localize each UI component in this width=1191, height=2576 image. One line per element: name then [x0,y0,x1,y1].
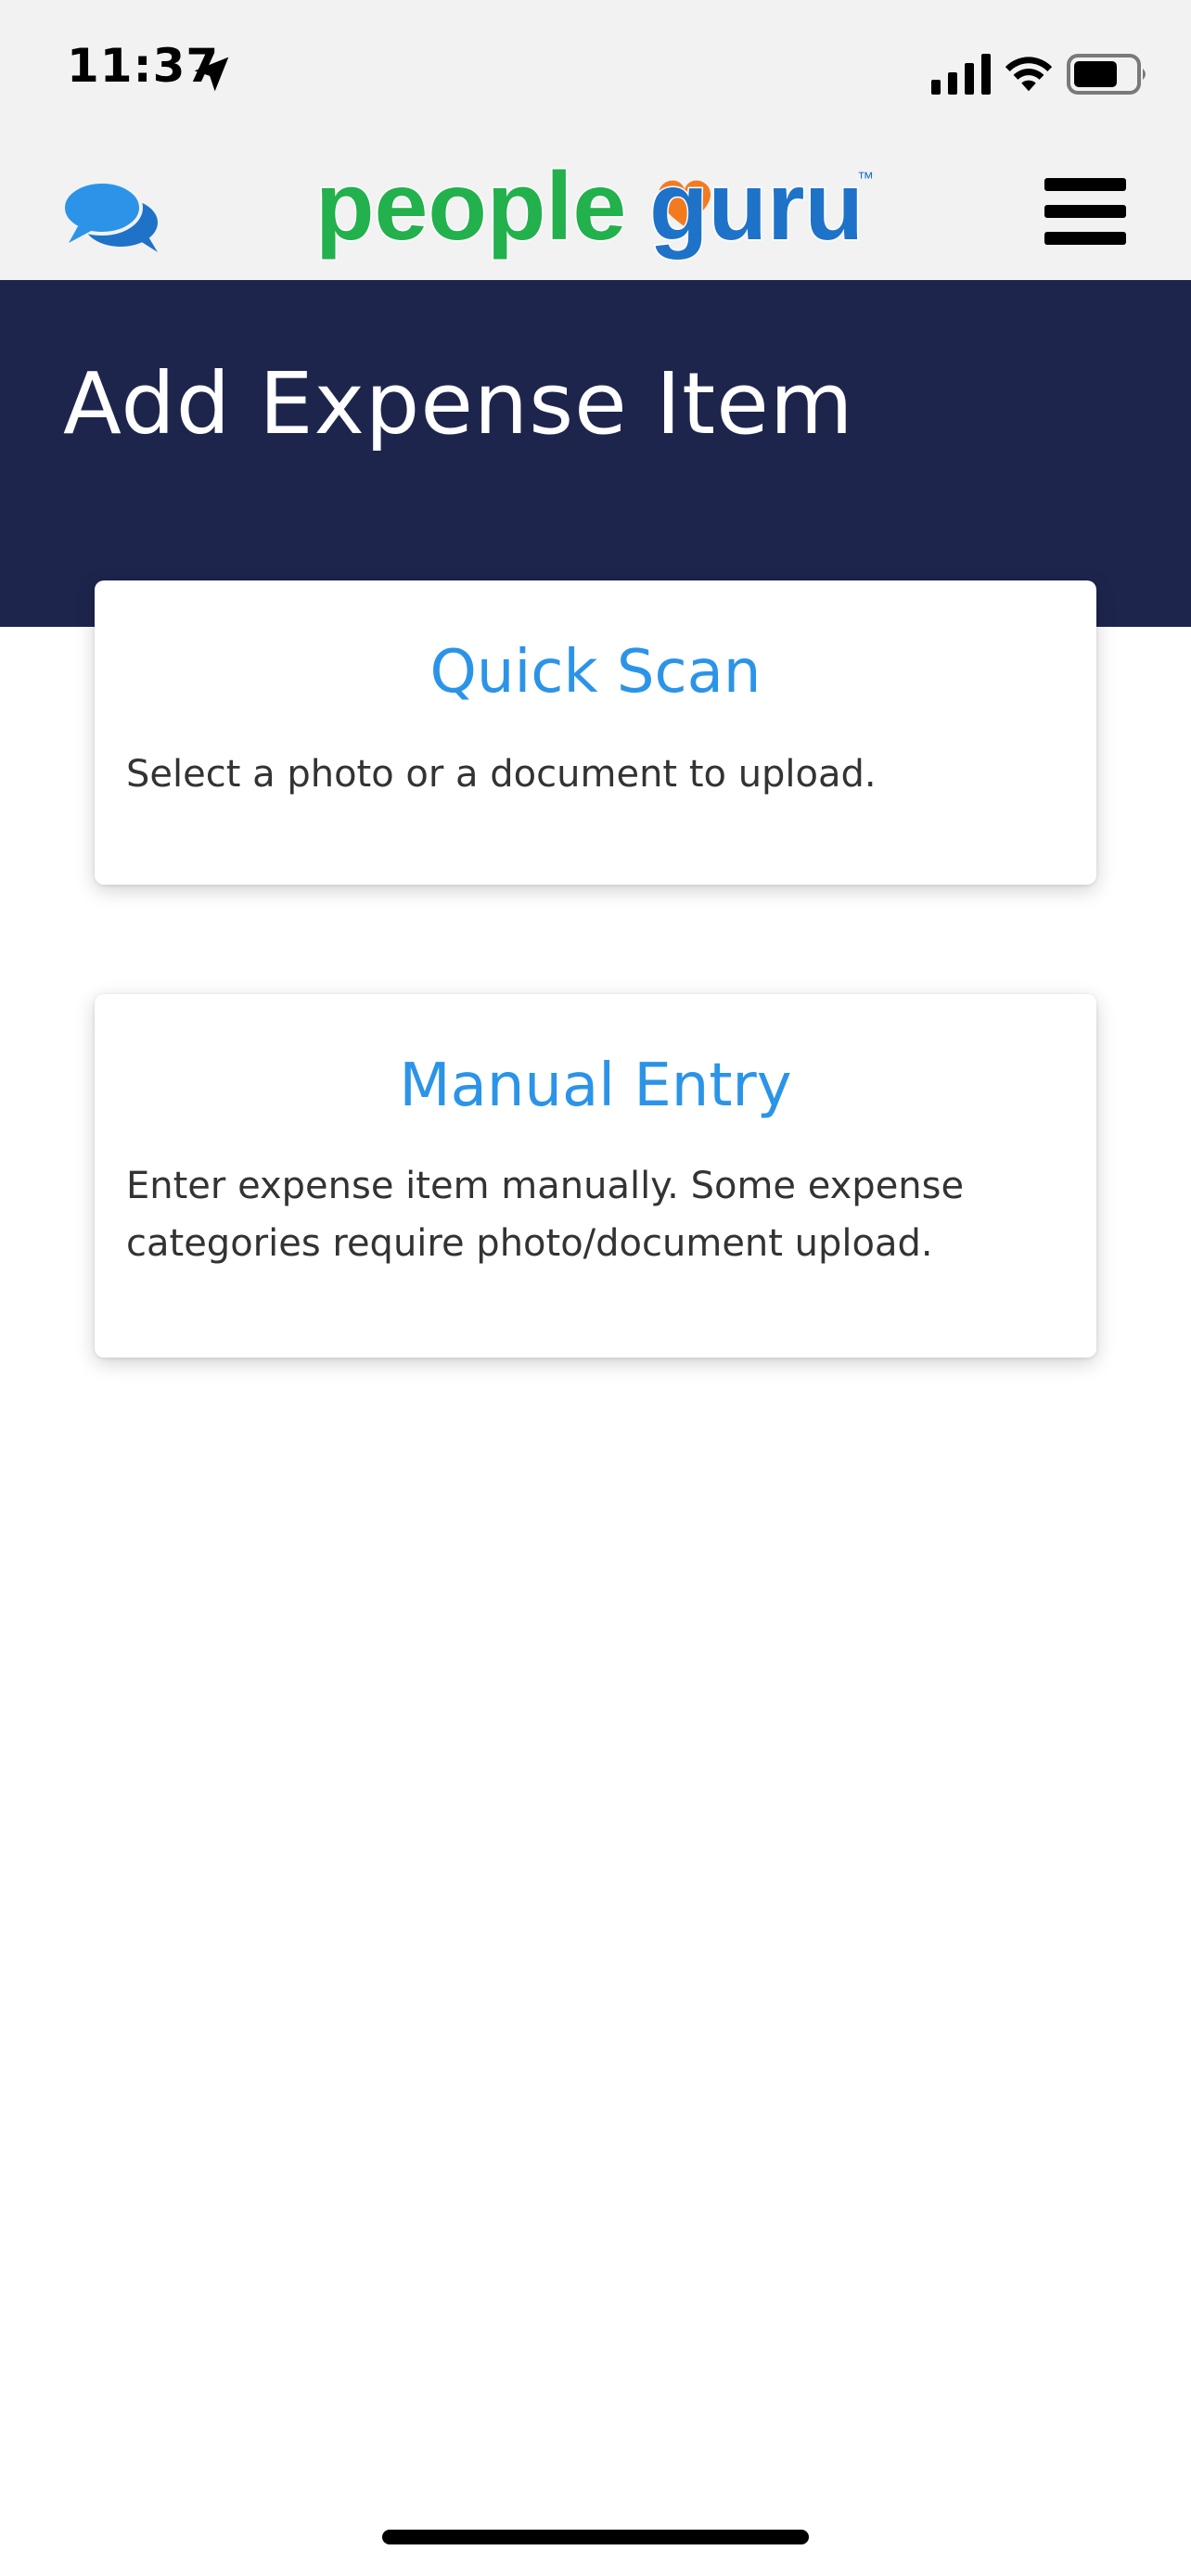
logo-text-people: people [315,153,626,261]
location-arrow-icon [194,57,229,92]
cellular-signal-icon [931,54,991,95]
quick-scan-card[interactable]: Quick Scan Select a photo or a document … [95,580,1096,885]
status-bar: 11:37 [0,0,1191,139]
logo-trademark: ™ [857,169,874,187]
quick-scan-description: Select a photo or a document to upload. [126,753,877,796]
nav-bar: people guru ™ [0,139,1191,280]
chat-bubbles-icon[interactable] [61,176,163,254]
quick-scan-title[interactable]: Quick Scan [95,638,1096,707]
manual-entry-title[interactable]: Manual Entry [95,1052,1096,1120]
battery-icon [1067,54,1146,95]
hamburger-menu-icon[interactable] [1043,174,1128,249]
manual-entry-description: Enter expense item manually. Some expens… [126,1165,965,1265]
page-title: Add Expense Item [63,354,854,453]
manual-entry-card[interactable]: Manual Entry Enter expense item manually… [95,994,1096,1358]
home-indicator[interactable] [382,2530,809,2544]
wifi-icon [1005,57,1053,92]
peopleguru-logo: people guru ™ [315,152,874,262]
logo-text-guru: guru [649,153,864,261]
page-header: Add Expense Item [0,280,1191,627]
